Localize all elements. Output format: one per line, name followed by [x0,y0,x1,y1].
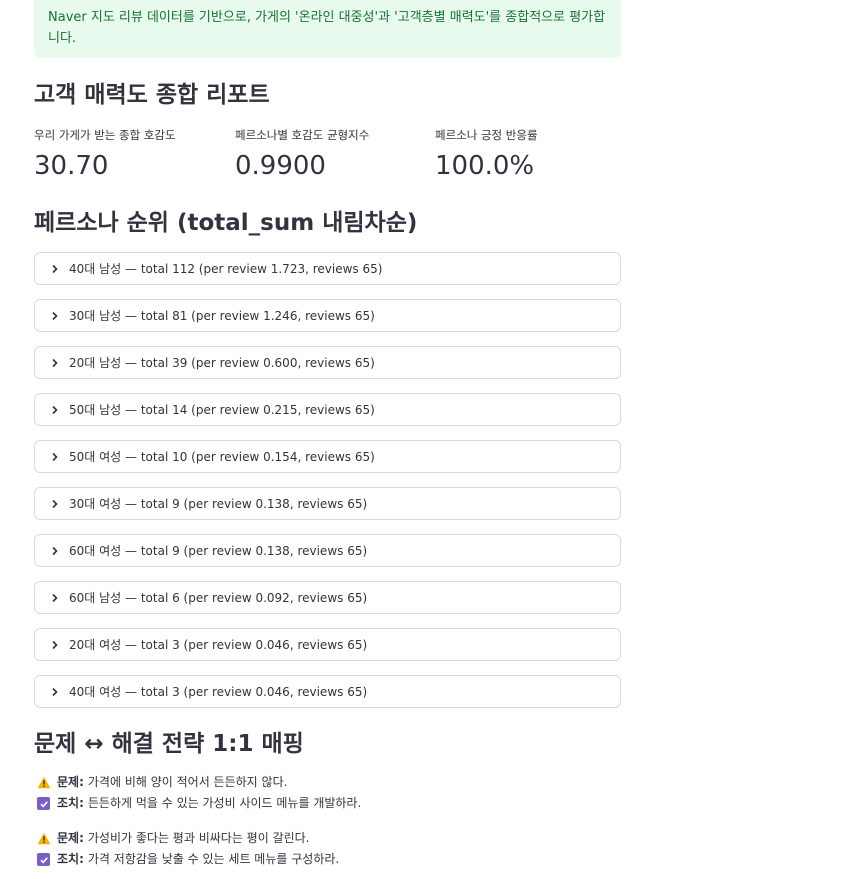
check-box-icon [36,796,51,811]
ranking-title: 페르소나 순위 (total_sum 내림차순) [34,210,418,236]
chevron-right-icon [48,356,62,370]
persona-expander[interactable]: 50대 여성 — total 10 (per review 0.154, rev… [34,440,621,473]
metric-value: 30.70 [34,151,109,181]
chevron-right-icon [48,403,62,417]
persona-expander[interactable]: 30대 여성 — total 9 (per review 0.138, revi… [34,487,621,520]
chevron-right-icon [48,262,62,276]
chevron-right-icon [48,497,62,511]
problem-line: 문제: 가성비가 좋다는 평과 비싸다는 평이 갈린다. [34,828,634,849]
persona-expander-label: 50대 여성 — total 10 (per review 0.154, rev… [69,450,375,464]
report-title: 고객 매력도 종합 리포트 [34,82,270,108]
page: Naver 지도 리뷰 데이터를 기반으로, 가게의 '온라인 대중성'과 '고… [0,0,859,879]
persona-expander-label: 20대 여성 — total 3 (per review 0.046, revi… [69,638,368,652]
metric-label: 페르소나 긍정 반응률 [435,128,538,142]
chevron-right-icon [48,309,62,323]
persona-expander-label: 40대 여성 — total 3 (per review 0.046, revi… [69,685,368,699]
warning-icon [36,775,51,790]
persona-expander[interactable]: 40대 여성 — total 3 (per review 0.046, revi… [34,675,621,708]
action-line: 조치: 든든하게 먹을 수 있는 가성비 사이드 메뉴를 개발하라. [34,793,634,814]
persona-expander[interactable]: 20대 남성 — total 39 (per review 0.600, rev… [34,346,621,379]
metric-overall-favorability: 우리 가게가 받는 종합 호감도 30.70 [34,127,176,181]
chevron-right-icon [48,544,62,558]
warning-icon [36,831,51,846]
check-box-icon [36,852,51,867]
persona-expander[interactable]: 60대 남성 — total 6 (per review 0.092, revi… [34,581,621,614]
action-line: 조치: 가격 저항감을 낮출 수 있는 세트 메뉴를 구성하라. [34,849,634,870]
metric-label: 우리 가게가 받는 종합 호감도 [34,128,176,142]
persona-ranking-list: 40대 남성 — total 112 (per review 1.723, re… [34,252,621,722]
chevron-right-icon [48,591,62,605]
action-text: 든든하게 먹을 수 있는 가성비 사이드 메뉴를 개발하라. [87,796,362,810]
persona-expander-label: 40대 남성 — total 112 (per review 1.723, re… [69,262,383,276]
chevron-right-icon [48,638,62,652]
action-tag: 조치: [57,852,84,866]
mapping-pair: 문제: 가격에 비해 양이 적어서 든든하지 않다. 조치: 든든하게 먹을 수… [34,772,634,814]
persona-expander[interactable]: 60대 여성 — total 9 (per review 0.138, revi… [34,534,621,567]
persona-expander-label: 30대 남성 — total 81 (per review 1.246, rev… [69,309,375,323]
metric-value: 0.9900 [235,151,326,181]
problem-text: 가격에 비해 양이 적어서 든든하지 않다. [87,775,288,789]
metric-label: 페르소나별 호감도 균형지수 [235,128,370,142]
problem-tag: 문제: [57,831,84,845]
mapping-title: 문제 ↔ 해결 전략 1:1 매핑 [34,731,304,757]
chevron-right-icon [48,685,62,699]
info-alert: Naver 지도 리뷰 데이터를 기반으로, 가게의 '온라인 대중성'과 '고… [34,0,621,58]
persona-expander[interactable]: 20대 여성 — total 3 (per review 0.046, revi… [34,628,621,661]
action-text: 가격 저항감을 낮출 수 있는 세트 메뉴를 구성하라. [87,852,340,866]
problem-tag: 문제: [57,775,84,789]
persona-expander[interactable]: 50대 남성 — total 14 (per review 0.215, rev… [34,393,621,426]
metric-value: 100.0% [435,151,535,181]
persona-expander-label: 50대 남성 — total 14 (per review 0.215, rev… [69,403,375,417]
info-alert-text: Naver 지도 리뷰 데이터를 기반으로, 가게의 '온라인 대중성'과 '고… [48,10,606,46]
persona-expander[interactable]: 30대 남성 — total 81 (per review 1.246, rev… [34,299,621,332]
action-tag: 조치: [57,796,84,810]
metric-balance-index: 페르소나별 호감도 균형지수 0.9900 [235,127,369,181]
metric-positive-rate: 페르소나 긍정 반응률 100.0% [435,127,538,181]
problem-text: 가성비가 좋다는 평과 비싸다는 평이 갈린다. [87,831,310,845]
persona-expander-label: 60대 남성 — total 6 (per review 0.092, revi… [69,591,368,605]
chevron-right-icon [48,450,62,464]
persona-expander-label: 20대 남성 — total 39 (per review 0.600, rev… [69,356,375,370]
persona-expander[interactable]: 40대 남성 — total 112 (per review 1.723, re… [34,252,621,285]
persona-expander-label: 60대 여성 — total 9 (per review 0.138, revi… [69,544,368,558]
problem-line: 문제: 가격에 비해 양이 적어서 든든하지 않다. [34,772,634,793]
mapping-pair: 문제: 가성비가 좋다는 평과 비싸다는 평이 갈린다. 조치: 가격 저항감을… [34,828,634,870]
persona-expander-label: 30대 여성 — total 9 (per review 0.138, revi… [69,497,368,511]
